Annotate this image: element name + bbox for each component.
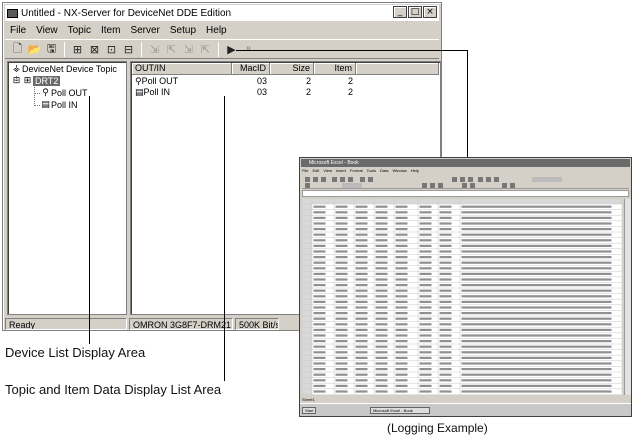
status-state: Ready (5, 318, 127, 330)
output-icon: ⚲ (135, 77, 142, 87)
excel-vertical-scrollbar (624, 199, 631, 395)
device-tree-pane[interactable]: ⚶ DeviceNet Device Topic ⊟ ⊞ DRT2 ⚲ Poll… (7, 61, 127, 315)
list-row[interactable]: ▤Poll IN 03 2 2 (132, 87, 356, 98)
device-node-icon: ⊞ (23, 76, 32, 86)
network-icon: ⚶ (12, 64, 21, 74)
toolbar-separator (141, 41, 142, 57)
device-setup-icon[interactable]: ⊡ (103, 41, 120, 57)
tree-root-label: DeviceNet Device Topic (22, 64, 117, 74)
callout-line-logging-h (236, 50, 468, 51)
tree-item-label: Poll OUT (51, 88, 88, 98)
row-item: 2 (347, 76, 353, 86)
window-title: Untitled - NX-Server for DeviceNet DDE E… (21, 7, 232, 19)
excel-sheet-tabs: Sheet1 (302, 397, 315, 402)
callout-line-device-list (89, 96, 90, 344)
device-edit-icon[interactable]: ⊟ (120, 41, 137, 57)
row-size: 2 (305, 87, 311, 97)
item-add-icon[interactable]: ⇲ (180, 41, 197, 57)
tree-device-label: DRT2 (33, 76, 61, 86)
column-out-in[interactable]: OUT/IN (132, 63, 232, 75)
row-name: ⚲Poll OUT (135, 76, 179, 87)
menu-item[interactable]: Item (96, 25, 125, 36)
column-filler (356, 63, 439, 75)
pause-icon[interactable]: ⏸ (240, 41, 257, 57)
list-row[interactable]: ⚲Poll OUT 03 2 2 (132, 76, 356, 87)
menu-file[interactable]: File (5, 25, 31, 36)
menu-help[interactable]: Help (201, 25, 232, 36)
close-button[interactable]: × (423, 6, 437, 18)
menu-bar: File View Topic Item Server Setup Help (5, 23, 439, 37)
menu-server[interactable]: Server (125, 25, 164, 36)
row-item: 2 (347, 87, 353, 97)
tree-item-label: Poll IN (51, 100, 78, 110)
column-size[interactable]: Size (270, 63, 314, 75)
device-find-icon[interactable]: ⊠ (86, 41, 103, 57)
input-icon: ▤ (135, 88, 144, 98)
open-folder-icon[interactable]: 📂 (26, 41, 43, 57)
taskbar-excel: Microsoft Excel - Book (370, 407, 430, 414)
column-item[interactable]: Item (314, 63, 356, 75)
topic-item-caption: Topic and Item Data Display List Area (5, 382, 222, 397)
windows-taskbar: Start Microsoft Excel - Book (300, 403, 631, 416)
topic-delete-icon[interactable]: ⇱ (163, 41, 180, 57)
save-icon[interactable]: 🖫 (43, 41, 60, 57)
menu-view[interactable]: View (31, 25, 63, 36)
device-list-caption: Device List Display Area (5, 345, 146, 360)
row-macid: 03 (256, 87, 267, 97)
run-icon[interactable]: ▶ (223, 41, 240, 57)
excel-menu-bar: File Edit View Insert Format Tools Data Window H… (302, 168, 419, 173)
device-icon[interactable]: ⊞ (69, 41, 86, 57)
excel-title-bar: Microsoft Excel - Book (301, 159, 630, 167)
logging-example-screenshot: Microsoft Excel - Book File Edit View Inser… (299, 157, 632, 417)
tree-device[interactable]: ⊟ ⊞ DRT2 (11, 76, 61, 86)
new-file-icon[interactable]: 🗋 (9, 41, 26, 57)
row-name: ▤Poll IN (135, 87, 171, 98)
topic-add-icon[interactable]: ⇲ (146, 41, 163, 57)
toolbar-separator (64, 41, 65, 57)
tree-root[interactable]: ⚶ DeviceNet Device Topic (11, 64, 117, 74)
collapse-icon[interactable]: ⊟ (11, 76, 22, 86)
minimize-button[interactable]: _ (393, 6, 407, 18)
status-baud: 500K Bit/s (235, 318, 279, 330)
logging-example-caption: (Logging Example) (387, 421, 488, 435)
excel-toolbar (302, 175, 629, 189)
app-icon (7, 8, 18, 18)
toolbar: 🗋 📂 🖫 ⊞ ⊠ ⊡ ⊟ ⇲ ⇱ ⇲ ⇱ ▶ ⏸ (5, 39, 439, 59)
tree-item-poll-in[interactable]: ▤ Poll IN (40, 100, 78, 110)
callout-line-logging-v (467, 50, 468, 158)
output-icon: ⚲ (42, 88, 49, 98)
menu-setup[interactable]: Setup (165, 25, 201, 36)
toolbar-separator (218, 41, 219, 57)
list-header: OUT/IN MacID Size Item (132, 63, 439, 75)
row-size: 2 (305, 76, 311, 86)
row-macid: 03 (256, 76, 267, 86)
start-button: Start (302, 407, 317, 414)
menu-topic[interactable]: Topic (63, 25, 96, 36)
title-bar[interactable]: Untitled - NX-Server for DeviceNet DDE E… (5, 5, 439, 21)
callout-line-topic-item (224, 96, 225, 381)
column-macid[interactable]: MacID (232, 63, 270, 75)
item-delete-icon[interactable]: ⇱ (197, 41, 214, 57)
excel-formula-bar (302, 190, 629, 197)
input-icon: ▤ (41, 100, 50, 110)
excel-sheet-grid (302, 199, 622, 395)
tree-item-poll-out[interactable]: ⚲ Poll OUT (40, 88, 88, 98)
status-device: OMRON 3G8F7-DRM21 (129, 318, 233, 330)
excel-cells (302, 199, 622, 395)
maximize-button[interactable]: □ (408, 6, 422, 18)
